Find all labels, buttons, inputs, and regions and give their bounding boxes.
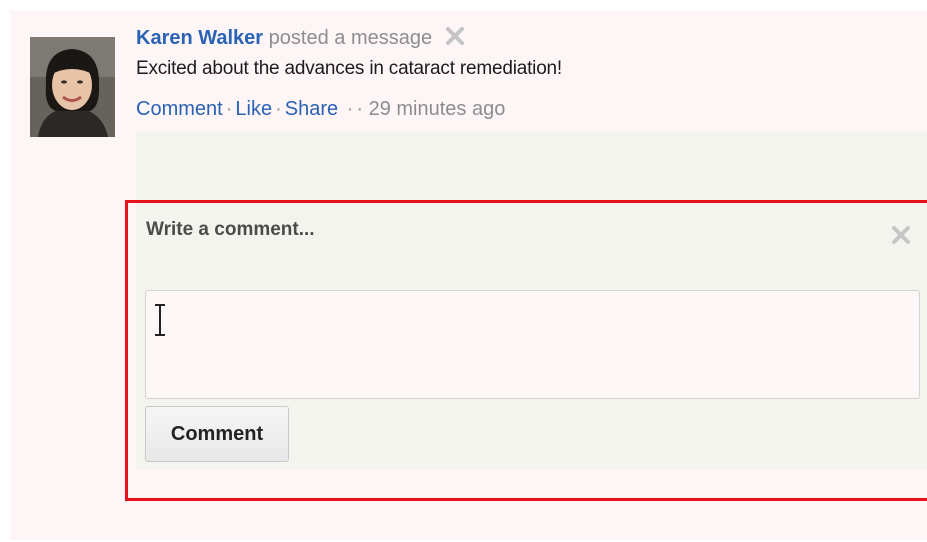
like-link[interactable]: Like	[235, 98, 272, 120]
avatar[interactable]	[30, 37, 115, 137]
share-link[interactable]: Share	[285, 98, 338, 120]
post-actions: Comment · Like · Share · · 29 minutes ago	[136, 96, 505, 122]
separator: ·	[275, 98, 282, 120]
post-timestamp: · 29 minutes ago	[356, 98, 506, 120]
post-body: Excited about the advances in cataract r…	[136, 58, 563, 79]
post-header: Karen Walker posted a message	[136, 25, 466, 54]
comment-label: Write a comment...	[146, 219, 315, 240]
comment-link[interactable]: Comment	[136, 98, 223, 120]
comment-submit-button[interactable]: Comment	[145, 406, 289, 462]
comment-input[interactable]	[145, 290, 920, 399]
post-action-text: posted a message	[268, 27, 433, 49]
separator: ·	[225, 98, 233, 120]
close-icon[interactable]	[887, 221, 915, 249]
separator: ·	[346, 98, 354, 120]
user-avatar-photo	[30, 37, 115, 137]
author-name[interactable]: Karen Walker	[136, 27, 263, 49]
close-icon[interactable]	[444, 25, 466, 54]
